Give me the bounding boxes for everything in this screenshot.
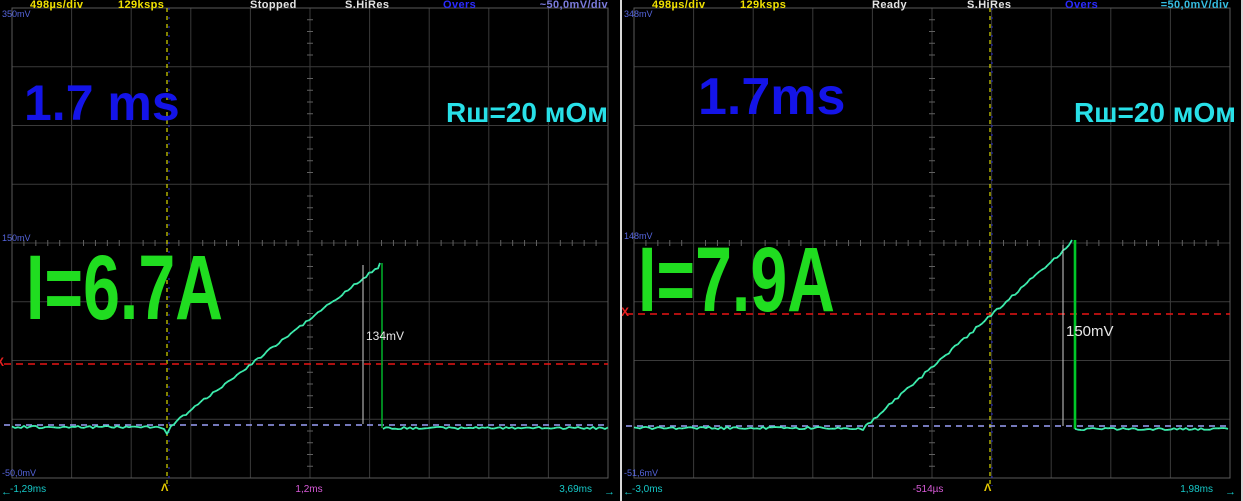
- scale-label-bottom: -50,0mV: [2, 469, 36, 478]
- time-label-right: 1,98ms: [1180, 485, 1213, 495]
- shunt-value-annotation: Rш=20 мОм: [1074, 99, 1236, 127]
- scale-label-top: 348mV: [624, 10, 653, 19]
- dual-oscilloscope-capture: 498µs/div 129ksps Stopped S.HiRes Overs …: [0, 0, 1243, 501]
- scale-label-bottom: -51,6mV: [624, 469, 658, 478]
- shunt-value-annotation: Rш=20 мОм: [446, 99, 608, 127]
- time-label-left: -3,0ms: [632, 485, 663, 495]
- current-annotation: I=7.9A: [638, 234, 835, 326]
- trigger-position-marker[interactable]: Λ: [161, 483, 168, 494]
- volts-per-div-readout: =50,0mV/div: [1161, 0, 1229, 10]
- time-label-right: 3,69ms: [559, 485, 592, 495]
- acquisition-status: Ready: [872, 0, 907, 10]
- time-label-left: -1,29ms: [10, 485, 46, 495]
- acquisition-mode: S.HiRes: [967, 0, 1011, 10]
- pulse-width-annotation: 1.7 ms: [24, 78, 180, 128]
- acquisition-mode: S.HiRes: [345, 0, 389, 10]
- oversampling-indicator: Overs: [443, 0, 476, 10]
- time-label-center: 1,2ms: [295, 485, 322, 495]
- peak-voltage-label: 150mV: [1066, 324, 1114, 339]
- timebase-readout: 498µs/div: [30, 0, 83, 10]
- acquisition-status: Stopped: [250, 0, 297, 10]
- volts-per-div-readout: ~50,0mV/div: [540, 0, 608, 10]
- peak-voltage-label: 134mV: [366, 330, 404, 342]
- pan-right-arrow-icon[interactable]: →: [604, 487, 615, 497]
- time-label-center: -514µs: [913, 485, 944, 495]
- trigger-level-marker[interactable]: X: [0, 356, 4, 368]
- samplerate-readout: 129ksps: [740, 0, 786, 10]
- scale-label-top: 350mV: [2, 10, 31, 19]
- trigger-level-marker[interactable]: X: [622, 306, 629, 318]
- oscilloscope-panel-right: 498µs/div 129ksps Ready S.HiRes Overs =5…: [622, 0, 1241, 501]
- pulse-width-annotation: 1.7ms: [698, 71, 845, 123]
- samplerate-readout: 129ksps: [118, 0, 164, 10]
- pan-right-arrow-icon[interactable]: →: [1225, 487, 1236, 497]
- trigger-position-marker[interactable]: Λ: [984, 483, 991, 494]
- oscilloscope-panel-left: 498µs/div 129ksps Stopped S.HiRes Overs …: [0, 0, 620, 501]
- oversampling-indicator: Overs: [1065, 0, 1098, 10]
- timebase-readout: 498µs/div: [652, 0, 705, 10]
- current-annotation: I=6.7A: [26, 242, 223, 334]
